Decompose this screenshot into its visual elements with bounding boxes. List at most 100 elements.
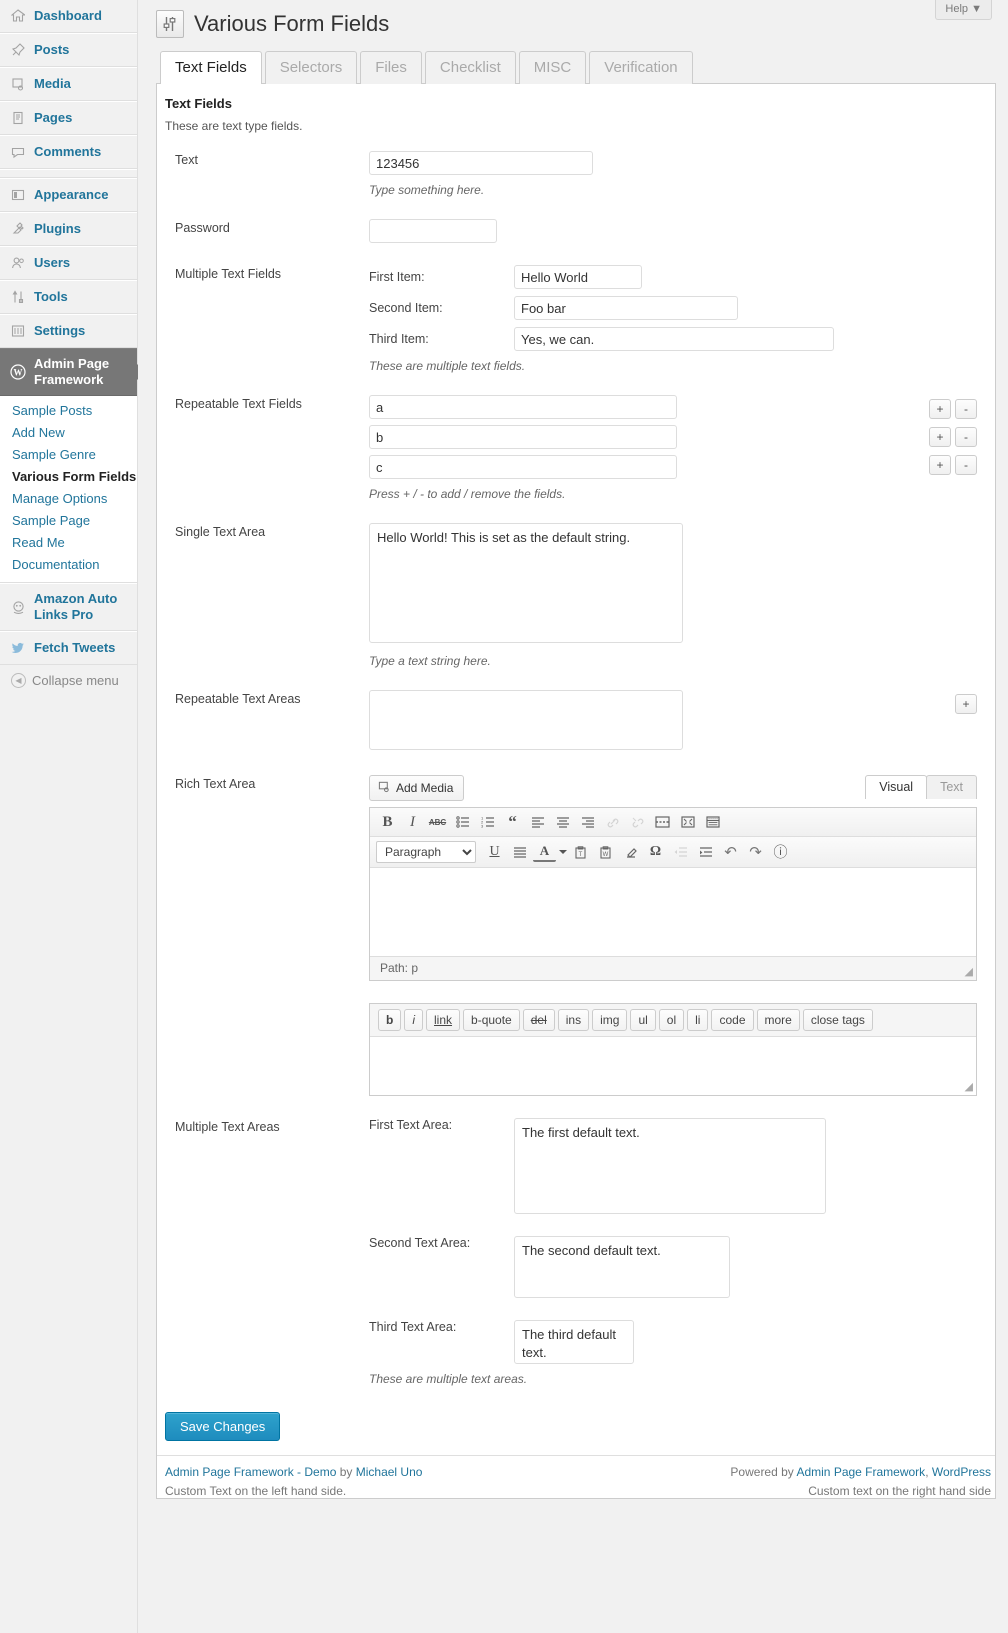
kitchen-sink-icon[interactable]: [701, 812, 724, 832]
editor-help-icon[interactable]: ⓘ: [769, 842, 792, 862]
quicktag-link[interactable]: link: [426, 1009, 461, 1031]
sidebar-item-appearance[interactable]: Appearance: [0, 178, 137, 212]
strikethrough-icon[interactable]: ABC: [426, 812, 449, 832]
tab-misc[interactable]: MISC: [518, 51, 587, 84]
help-button[interactable]: Help ▼: [935, 0, 992, 20]
quicktag-li[interactable]: li: [687, 1009, 709, 1031]
repeatable-text-input-3[interactable]: [369, 455, 677, 479]
sidebar-item-users[interactable]: Users: [0, 246, 137, 280]
clear-formatting-icon[interactable]: [619, 842, 642, 862]
tab-checklist[interactable]: Checklist: [424, 51, 516, 84]
sidebar-item-plugins[interactable]: Plugins: [0, 212, 137, 246]
repeatable-remove-button-1[interactable]: -: [955, 399, 977, 419]
outdent-icon[interactable]: [669, 842, 692, 862]
sidebar-item-settings[interactable]: Settings: [0, 314, 137, 348]
quicktag-ul[interactable]: ul: [630, 1009, 656, 1031]
multiple-textarea-input-2[interactable]: [514, 1236, 730, 1298]
footer-author-link[interactable]: Michael Uno: [356, 1465, 423, 1479]
sidebar-item-posts[interactable]: Posts: [0, 33, 137, 67]
link-icon[interactable]: [601, 812, 624, 832]
tab-selectors[interactable]: Selectors: [264, 51, 358, 84]
multiple-textarea-input-3[interactable]: [514, 1320, 634, 1364]
repeatable-add-button-2[interactable]: +: [929, 427, 951, 447]
footer-framework-link[interactable]: Admin Page Framework: [796, 1465, 925, 1479]
text-color-caret-icon[interactable]: [558, 842, 567, 862]
multiple-text-input-2[interactable]: [514, 296, 738, 320]
repeatable-textarea-add-button[interactable]: +: [955, 694, 977, 714]
underline-icon[interactable]: U: [483, 842, 506, 862]
sidebar-subitem-various-form-fields[interactable]: Various Form Fields: [0, 466, 137, 488]
footer-wordpress-link[interactable]: WordPress: [932, 1465, 991, 1479]
repeatable-add-button-1[interactable]: +: [929, 399, 951, 419]
quicktag-more[interactable]: more: [756, 1009, 800, 1031]
quicktag-b-quote[interactable]: b-quote: [463, 1009, 520, 1031]
resize-grip-icon[interactable]: ◢: [965, 965, 973, 978]
repeatable-remove-button-2[interactable]: -: [955, 427, 977, 447]
sidebar-item-amazon-auto-links-pro[interactable]: Amazon Auto Links Pro: [0, 583, 137, 631]
sidebar-subitem-documentation[interactable]: Documentation: [0, 554, 137, 576]
repeatable-text-input-2[interactable]: [369, 425, 677, 449]
quicktag-img[interactable]: img: [592, 1009, 628, 1031]
sidebar-item-comments[interactable]: Comments: [0, 135, 137, 169]
tab-verification[interactable]: Verification: [589, 51, 693, 84]
sidebar-subitem-sample-genre[interactable]: Sample Genre: [0, 444, 137, 466]
sidebar-item-pages[interactable]: Pages: [0, 101, 137, 135]
text-editor-body[interactable]: ◢: [370, 1037, 976, 1095]
visual-editor-body[interactable]: [370, 868, 976, 956]
redo-icon[interactable]: ↷: [744, 842, 767, 862]
quicktag-ol[interactable]: ol: [658, 1009, 685, 1031]
multiple-textarea-input-1[interactable]: [514, 1118, 826, 1214]
single-textarea-input[interactable]: [369, 523, 683, 643]
justify-icon[interactable]: [508, 842, 531, 862]
undo-icon[interactable]: ↶: [719, 842, 742, 862]
numbered-list-icon[interactable]: 123: [476, 812, 499, 832]
multiple-text-input-3[interactable]: [514, 327, 834, 351]
special-character-icon[interactable]: Ω: [644, 842, 667, 862]
editor-tab-visual[interactable]: Visual: [865, 775, 928, 799]
quicktag-ins[interactable]: ins: [557, 1009, 590, 1031]
bullet-list-icon[interactable]: [451, 812, 474, 832]
tab-files[interactable]: Files: [360, 51, 422, 84]
footer-demo-link[interactable]: Admin Page Framework - Demo: [165, 1465, 336, 1479]
blockquote-icon[interactable]: “: [501, 812, 524, 832]
editor-tab-text[interactable]: Text: [926, 775, 977, 799]
save-changes-button[interactable]: Save Changes: [165, 1412, 281, 1441]
sidebar-subitem-read-me[interactable]: Read Me: [0, 532, 137, 554]
quicktag-code[interactable]: code: [711, 1009, 754, 1031]
sidebar-item-fetch-tweets[interactable]: Fetch Tweets: [0, 631, 137, 665]
repeatable-add-button-3[interactable]: +: [929, 455, 951, 475]
indent-icon[interactable]: [694, 842, 717, 862]
bold-icon[interactable]: B: [376, 812, 399, 832]
quicktag-del[interactable]: del: [522, 1009, 555, 1031]
format-select[interactable]: Paragraph: [376, 841, 476, 863]
read-more-icon[interactable]: [651, 812, 674, 832]
sidebar-subitem-manage-options[interactable]: Manage Options: [0, 488, 137, 510]
align-right-icon[interactable]: [576, 812, 599, 832]
text-editor-resize-grip-icon[interactable]: ◢: [965, 1080, 973, 1093]
align-center-icon[interactable]: [551, 812, 574, 832]
add-media-button[interactable]: Add Media: [369, 775, 465, 801]
fullscreen-icon[interactable]: [676, 812, 699, 832]
tab-text-fields[interactable]: Text Fields: [160, 51, 262, 84]
align-left-icon[interactable]: [526, 812, 549, 832]
sidebar-item-tools[interactable]: Tools: [0, 280, 137, 314]
sidebar-item-admin-page-framework[interactable]: W Admin Page Framework: [0, 348, 145, 396]
quicktag-close-tags[interactable]: close tags: [802, 1009, 873, 1031]
sidebar-item-dashboard[interactable]: Dashboard: [0, 0, 137, 33]
repeatable-text-input-1[interactable]: [369, 395, 677, 419]
sidebar-subitem-sample-page[interactable]: Sample Page: [0, 510, 137, 532]
unlink-icon[interactable]: [626, 812, 649, 832]
sidebar-subitem-add-new[interactable]: Add New: [0, 422, 137, 444]
collapse-menu-button[interactable]: ◀ Collapse menu: [0, 665, 137, 696]
quicktag-b[interactable]: b: [378, 1009, 402, 1031]
text-color-icon[interactable]: A: [533, 842, 556, 862]
password-input[interactable]: [369, 219, 497, 243]
text-input[interactable]: [369, 151, 593, 175]
sidebar-subitem-sample-posts[interactable]: Sample Posts: [0, 400, 137, 422]
quicktag-i[interactable]: i: [404, 1009, 424, 1031]
sidebar-item-media[interactable]: Media: [0, 67, 137, 101]
repeatable-remove-button-3[interactable]: -: [955, 455, 977, 475]
paste-as-text-icon[interactable]: T: [569, 842, 592, 862]
italic-icon[interactable]: I: [401, 812, 424, 832]
multiple-text-input-1[interactable]: [514, 265, 642, 289]
